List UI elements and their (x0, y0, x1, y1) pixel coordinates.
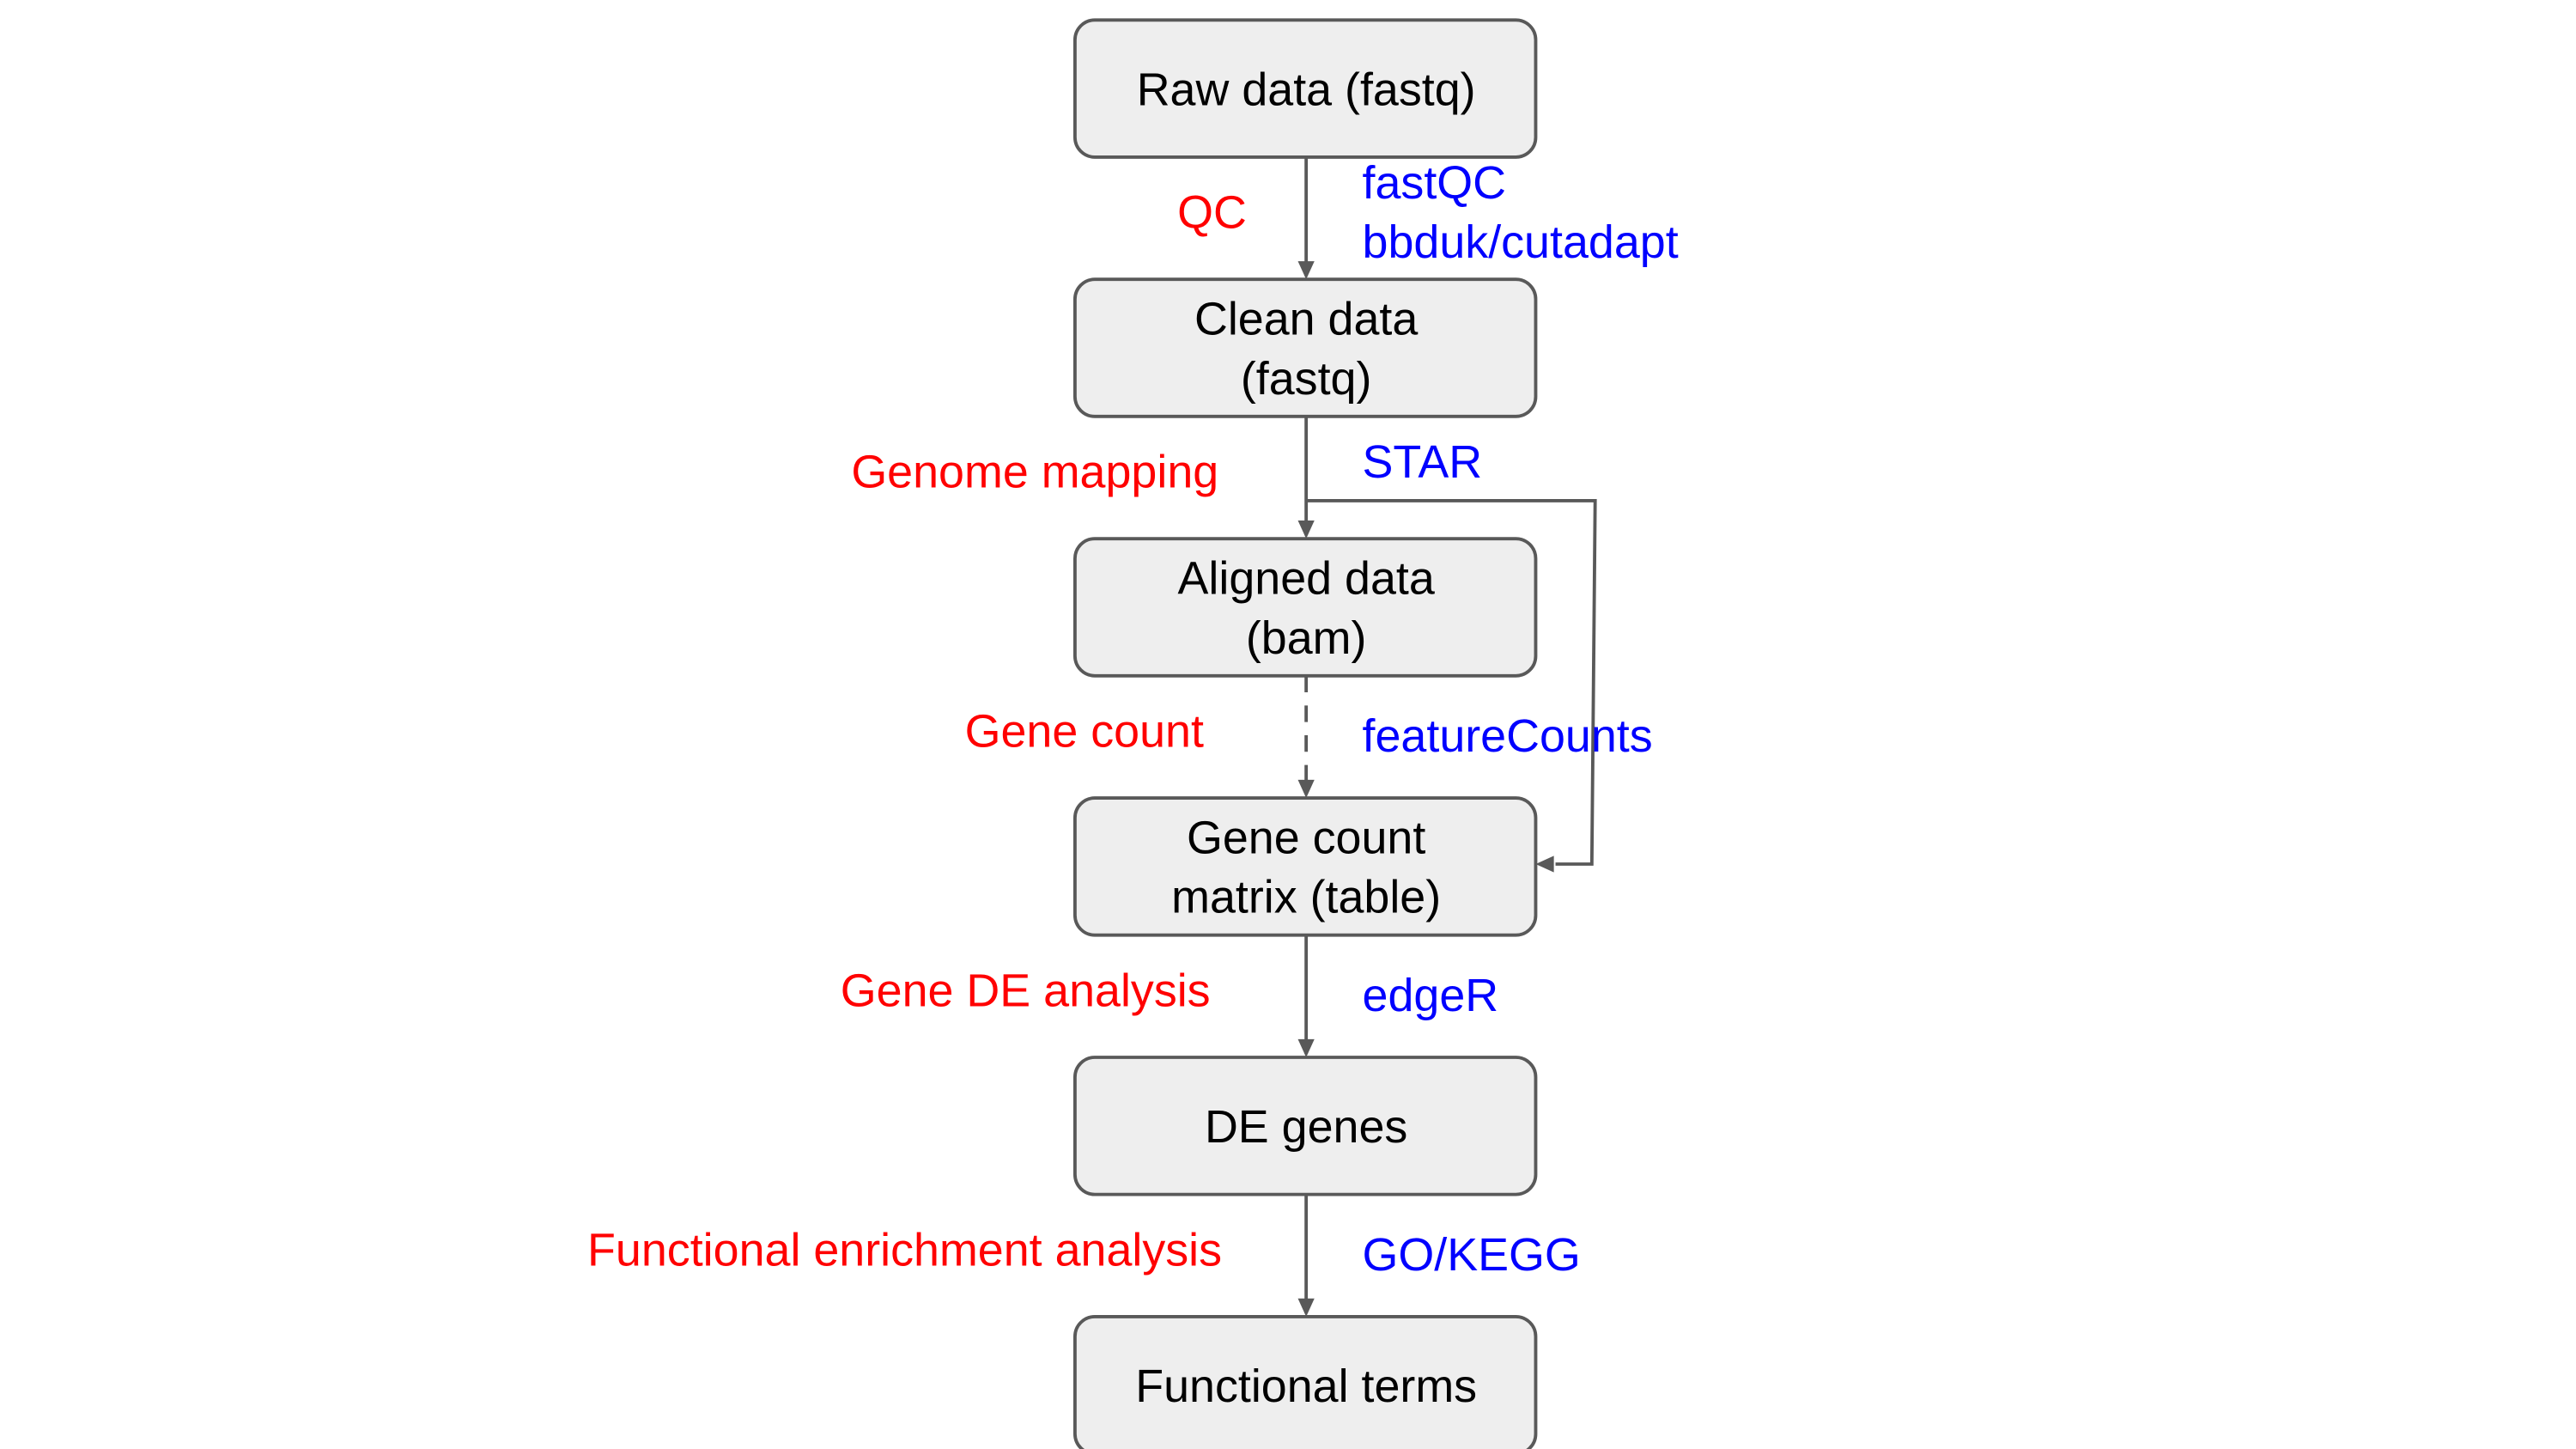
arrowhead-icon (1297, 261, 1315, 280)
arrowhead-icon (1297, 1298, 1315, 1317)
node-label: DE genes (1205, 1101, 1407, 1153)
tool-label: edgeR (1363, 970, 1499, 1021)
node-terms: Functional terms (1073, 1315, 1538, 1449)
arrowhead-icon (1535, 855, 1554, 873)
arrowhead-icon (1297, 779, 1315, 799)
node-raw: Raw data (fastq) (1073, 18, 1538, 159)
node-label: Clean data (1194, 294, 1418, 345)
node-aligned: Aligned data (bam) (1073, 537, 1538, 678)
step-label: Genome mapping (851, 447, 1218, 498)
node-label: (bam) (1246, 612, 1367, 664)
node-label: Functional terms (1135, 1361, 1477, 1412)
node-clean: Clean data (fastq) (1073, 277, 1538, 418)
node-label: (fastq) (1241, 353, 1372, 405)
arrowhead-icon (1297, 1038, 1315, 1057)
node-label: Aligned data (1178, 553, 1435, 605)
tool-label: STAR (1363, 436, 1483, 488)
node-de: DE genes (1073, 1056, 1538, 1196)
node-label: Raw data (fastq) (1137, 64, 1476, 115)
step-label: Gene DE analysis (841, 965, 1211, 1016)
rnaseq-pipeline-diagram: Raw data (fastq) Clean data (fastq) Aligned… (587, 18, 1679, 1449)
step-label: QC (1177, 187, 1247, 239)
node-label: Gene count (1187, 813, 1425, 864)
tool-label: fastQC (1363, 157, 1507, 209)
tool-label: featureCounts (1363, 710, 1653, 762)
tool-label: GO/KEGG (1363, 1229, 1581, 1281)
tool-label: bbduk/cutadapt (1363, 216, 1679, 268)
node-label: matrix (table) (1171, 872, 1441, 923)
arrowhead-icon (1297, 521, 1315, 539)
node-matrix: Gene count matrix (table) (1073, 796, 1538, 937)
step-label: Gene count (965, 705, 1204, 757)
step-label: Functional enrichment analysis (587, 1224, 1222, 1275)
